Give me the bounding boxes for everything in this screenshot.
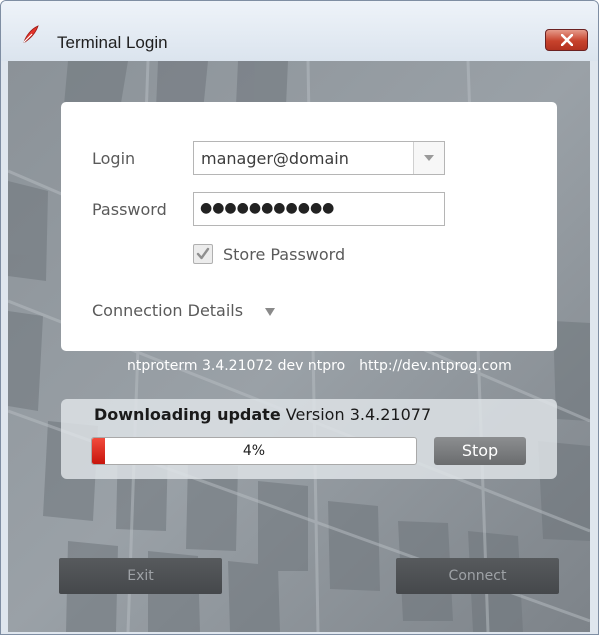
title-bar[interactable]: Terminal Login: [1, 1, 598, 61]
login-combobox[interactable]: manager@domain: [193, 141, 445, 175]
login-value: manager@domain: [201, 149, 349, 168]
red-feather-icon: [23, 25, 39, 43]
connect-button[interactable]: Connect: [396, 558, 559, 594]
window-title: Terminal Login: [57, 33, 168, 52]
connection-details-toggle[interactable]: Connection Details: [92, 301, 243, 320]
triangle-down-icon[interactable]: [265, 308, 275, 316]
window-client-area: Login manager@domain Password ●●●●●●●●●●…: [8, 61, 590, 632]
login-dropdown-button[interactable]: [413, 142, 444, 174]
update-panel: Downloading update Version 3.4.21077 4% …: [61, 399, 557, 479]
terminal-login-window: Terminal Login Login manager@domain Pass…: [0, 0, 599, 635]
chevron-down-icon: [424, 155, 434, 161]
update-status-line: Downloading update Version 3.4.21077: [94, 405, 431, 424]
close-button[interactable]: [545, 29, 588, 51]
update-version: Version 3.4.21077: [285, 405, 432, 424]
exit-button[interactable]: Exit: [59, 558, 222, 594]
password-value: ●●●●●●●●●●●: [200, 200, 335, 216]
login-label: Login: [92, 149, 136, 168]
progress-percent: 4%: [242, 443, 266, 459]
login-panel: Login manager@domain Password ●●●●●●●●●●…: [61, 102, 557, 351]
store-password-checkbox[interactable]: [193, 244, 213, 264]
checkmark-icon: [196, 247, 210, 260]
version-info: ntproterm 3.4.21072 dev ntpro http://dev.…: [127, 358, 512, 374]
password-field[interactable]: ●●●●●●●●●●●: [193, 192, 445, 226]
server-url: http://dev.ntprog.com: [359, 358, 512, 374]
password-label: Password: [92, 200, 167, 219]
close-icon: [561, 34, 573, 46]
download-progress-bar: 4%: [91, 437, 417, 465]
build-info: ntproterm 3.4.21072 dev ntpro: [127, 358, 346, 374]
stop-button[interactable]: Stop: [434, 437, 526, 465]
update-status: Downloading update: [94, 405, 281, 424]
store-password-label[interactable]: Store Password: [223, 245, 345, 264]
